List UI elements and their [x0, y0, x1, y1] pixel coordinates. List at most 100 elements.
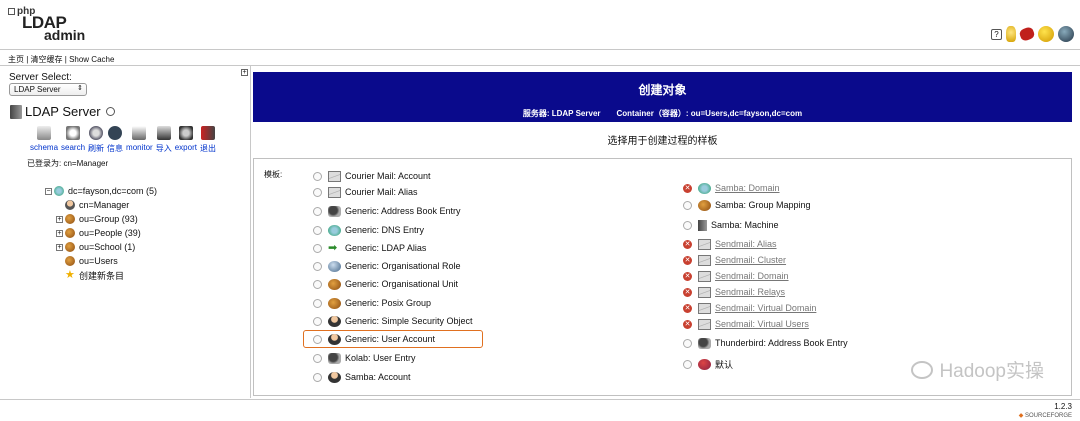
template-option[interactable]: Generic: DNS Entry	[313, 223, 424, 237]
machine-icon	[698, 219, 707, 231]
star-icon: ★	[65, 269, 75, 281]
server-container-info: 服务器: LDAP Server Container（容器）: ou=Users…	[522, 109, 803, 118]
template-option[interactable]: Thunderbird: Address Book Entry	[683, 336, 848, 350]
template-option[interactable]: Generic: Simple Security Object	[313, 314, 473, 328]
tool-import[interactable]: 导入	[156, 126, 172, 154]
select-arrow-icon: ⇕	[77, 85, 83, 92]
server-name[interactable]: LDAP Server	[10, 104, 115, 119]
support-icon[interactable]	[1058, 26, 1074, 42]
sourceforge-logo[interactable]: ◆ SOURCEFORGE	[1019, 412, 1072, 419]
template-option[interactable]: Courier Mail: Account	[313, 169, 431, 183]
highlight-box	[303, 330, 483, 348]
ldap-tree: − dc=fayson,dc=com (5) cn=Manager + ou=G…	[45, 184, 157, 282]
template-option[interactable]: Kolab: User Entry	[313, 351, 416, 365]
radio-button[interactable]	[683, 200, 692, 210]
radio-button[interactable]	[683, 359, 692, 369]
watermark: Hadoop实操	[911, 356, 1044, 383]
radio-button[interactable]	[313, 279, 322, 289]
radio-button[interactable]	[683, 220, 692, 230]
group-icon	[65, 214, 75, 224]
tree-item[interactable]: + ou=School (1)	[45, 240, 157, 254]
show-cache-link[interactable]: Show Cache	[69, 55, 114, 64]
template-option[interactable]: Generic: Posix Group	[313, 296, 431, 310]
template-option[interactable]: Generic: Organisational Unit	[313, 277, 458, 291]
bug-icon[interactable]	[1018, 25, 1036, 43]
expand-toggle[interactable]: +	[56, 229, 63, 237]
expand-toggle[interactable]: +	[56, 243, 63, 251]
arrow-icon: ➡	[328, 241, 338, 254]
radio-button[interactable]	[313, 225, 322, 235]
domain-icon	[54, 186, 64, 196]
home-link[interactable]: 主页	[8, 55, 24, 64]
search-icon	[66, 126, 81, 140]
import-icon	[156, 126, 171, 140]
group-icon	[328, 297, 341, 309]
clock-icon[interactable]	[105, 107, 115, 116]
template-option[interactable]: Generic: Organisational Role	[313, 259, 461, 273]
tree-item[interactable]: ou=Users	[45, 254, 157, 268]
group-icon	[65, 228, 75, 238]
collapse-icon[interactable]: +	[241, 69, 248, 76]
tool-info[interactable]: 信息	[107, 126, 123, 154]
template-option-disabled: ✕ Sendmail: Alias	[683, 238, 777, 250]
radio-button[interactable]	[313, 261, 322, 271]
template-option-default[interactable]: 默认	[683, 357, 733, 371]
create-new-entry[interactable]: ★ 创建新条目	[45, 268, 157, 282]
unavailable-icon: ✕	[683, 303, 692, 313]
radio-button[interactable]	[313, 206, 322, 216]
template-option[interactable]: Courier Mail: Alias	[313, 185, 418, 199]
tree-item[interactable]: cn=Manager	[45, 198, 157, 212]
tree-root[interactable]: − dc=fayson,dc=com (5)	[45, 184, 157, 198]
radio-button[interactable]	[313, 316, 322, 326]
default-icon	[698, 358, 711, 370]
phpldapadmin-logo: php LDAP admin	[8, 6, 85, 43]
radio-button[interactable]	[313, 353, 322, 363]
tree-item[interactable]: + ou=People (39)	[45, 226, 157, 240]
refresh-icon	[89, 126, 104, 140]
unavailable-icon: ✕	[683, 183, 692, 193]
template-option[interactable]: ➡ Generic: LDAP Alias	[313, 241, 426, 255]
dns-icon	[328, 224, 341, 236]
tool-search[interactable]: search	[61, 126, 85, 154]
template-option[interactable]: Samba: Account	[313, 370, 411, 384]
title-bar: 创建对象 服务器: LDAP Server Container（容器）: ou=…	[253, 72, 1072, 122]
server-toolbar: schema search 刷新 信息 monitor 导入 export 退出	[30, 126, 219, 154]
tool-monitor[interactable]: monitor	[126, 126, 153, 154]
main-panel: 创建对象 服务器: LDAP Server Container（容器）: ou=…	[253, 72, 1072, 398]
mail-icon	[328, 170, 341, 182]
purge-cache-link[interactable]: 清空缓存	[31, 55, 63, 64]
mail-icon	[698, 254, 711, 266]
divider	[0, 49, 1080, 50]
radio-button[interactable]	[313, 372, 322, 382]
radio-button[interactable]	[313, 187, 322, 197]
radio-button[interactable]	[313, 171, 322, 181]
template-option[interactable]: Samba: Group Mapping	[683, 198, 811, 212]
collapse-toggle[interactable]: −	[45, 187, 52, 195]
template-option-disabled: ✕ Samba: Domain	[683, 182, 780, 194]
radio-button[interactable]	[313, 243, 322, 253]
sourceforge-icon: ◆	[1018, 413, 1024, 419]
radio-button[interactable]	[683, 338, 692, 348]
unavailable-icon: ✕	[683, 255, 692, 265]
template-option[interactable]: Samba: Machine	[683, 218, 779, 232]
smile-icon[interactable]	[1038, 26, 1054, 42]
expand-toggle[interactable]: +	[56, 215, 63, 223]
divider	[250, 66, 251, 398]
tool-logout[interactable]: 退出	[200, 126, 216, 154]
help-icon[interactable]: ?	[991, 28, 1002, 40]
unavailable-icon: ✕	[683, 319, 692, 329]
bulb-icon[interactable]	[1006, 26, 1016, 42]
schema-icon	[37, 126, 51, 140]
template-option-disabled: ✕ Sendmail: Cluster	[683, 254, 787, 266]
radio-button[interactable]	[313, 298, 322, 308]
tool-schema[interactable]: schema	[30, 126, 58, 154]
logged-in-as: 已登录为: cn=Manager	[27, 159, 109, 168]
unavailable-icon: ✕	[683, 287, 692, 297]
unavailable-icon: ✕	[683, 239, 692, 249]
template-option[interactable]: Generic: Address Book Entry	[313, 204, 461, 218]
tree-item[interactable]: + ou=Group (93)	[45, 212, 157, 226]
server-select[interactable]: LDAP Server ⇕	[9, 83, 87, 96]
tool-export[interactable]: export	[175, 126, 197, 154]
server-select-label: Server Select:	[9, 72, 72, 83]
tool-refresh[interactable]: 刷新	[88, 126, 104, 154]
